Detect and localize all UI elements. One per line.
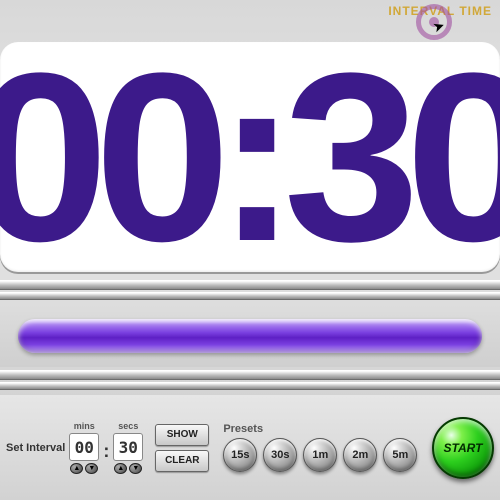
preset-5m-button[interactable]: 5m — [383, 438, 417, 472]
timer-display-panel: 00:30 — [0, 42, 500, 272]
presets-group: Presets 15s 30s 1m 2m 5m — [223, 423, 417, 472]
preset-2m-button[interactable]: 2m — [343, 438, 377, 472]
minutes-column: mins 00 ▲ ▼ — [69, 421, 99, 474]
start-button[interactable]: START — [432, 417, 494, 479]
rail — [0, 382, 500, 390]
preset-1m-button[interactable]: 1m — [303, 438, 337, 472]
show-clear-group: SHOW CLEAR — [155, 424, 209, 472]
set-interval-group: Set Interval mins 00 ▲ ▼ : secs 30 ▲ ▼ — [6, 421, 143, 474]
preset-30s-button[interactable]: 30s — [263, 438, 297, 472]
timer-readout: 00:30 — [0, 42, 500, 272]
time-colon: : — [103, 441, 109, 462]
presets-label: Presets — [223, 423, 417, 435]
seconds-field[interactable]: 30 — [113, 433, 143, 461]
minutes-field[interactable]: 00 — [69, 433, 99, 461]
control-panel: Set Interval mins 00 ▲ ▼ : secs 30 ▲ ▼ S… — [0, 395, 500, 500]
secs-label: secs — [118, 421, 138, 431]
mins-label: mins — [74, 421, 95, 431]
progress-bar[interactable] — [18, 319, 482, 353]
set-interval-label: Set Interval — [6, 442, 65, 454]
seconds-down-icon[interactable]: ▼ — [129, 463, 142, 474]
progress-area — [0, 305, 500, 367]
clear-button[interactable]: CLEAR — [155, 450, 209, 472]
preset-15s-button[interactable]: 15s — [223, 438, 257, 472]
show-button[interactable]: SHOW — [155, 424, 209, 446]
rail — [0, 370, 500, 380]
rail — [0, 292, 500, 300]
rail — [0, 280, 500, 290]
minutes-down-icon[interactable]: ▼ — [85, 463, 98, 474]
minutes-up-icon[interactable]: ▲ — [70, 463, 83, 474]
seconds-column: secs 30 ▲ ▼ — [113, 421, 143, 474]
seconds-up-icon[interactable]: ▲ — [114, 463, 127, 474]
